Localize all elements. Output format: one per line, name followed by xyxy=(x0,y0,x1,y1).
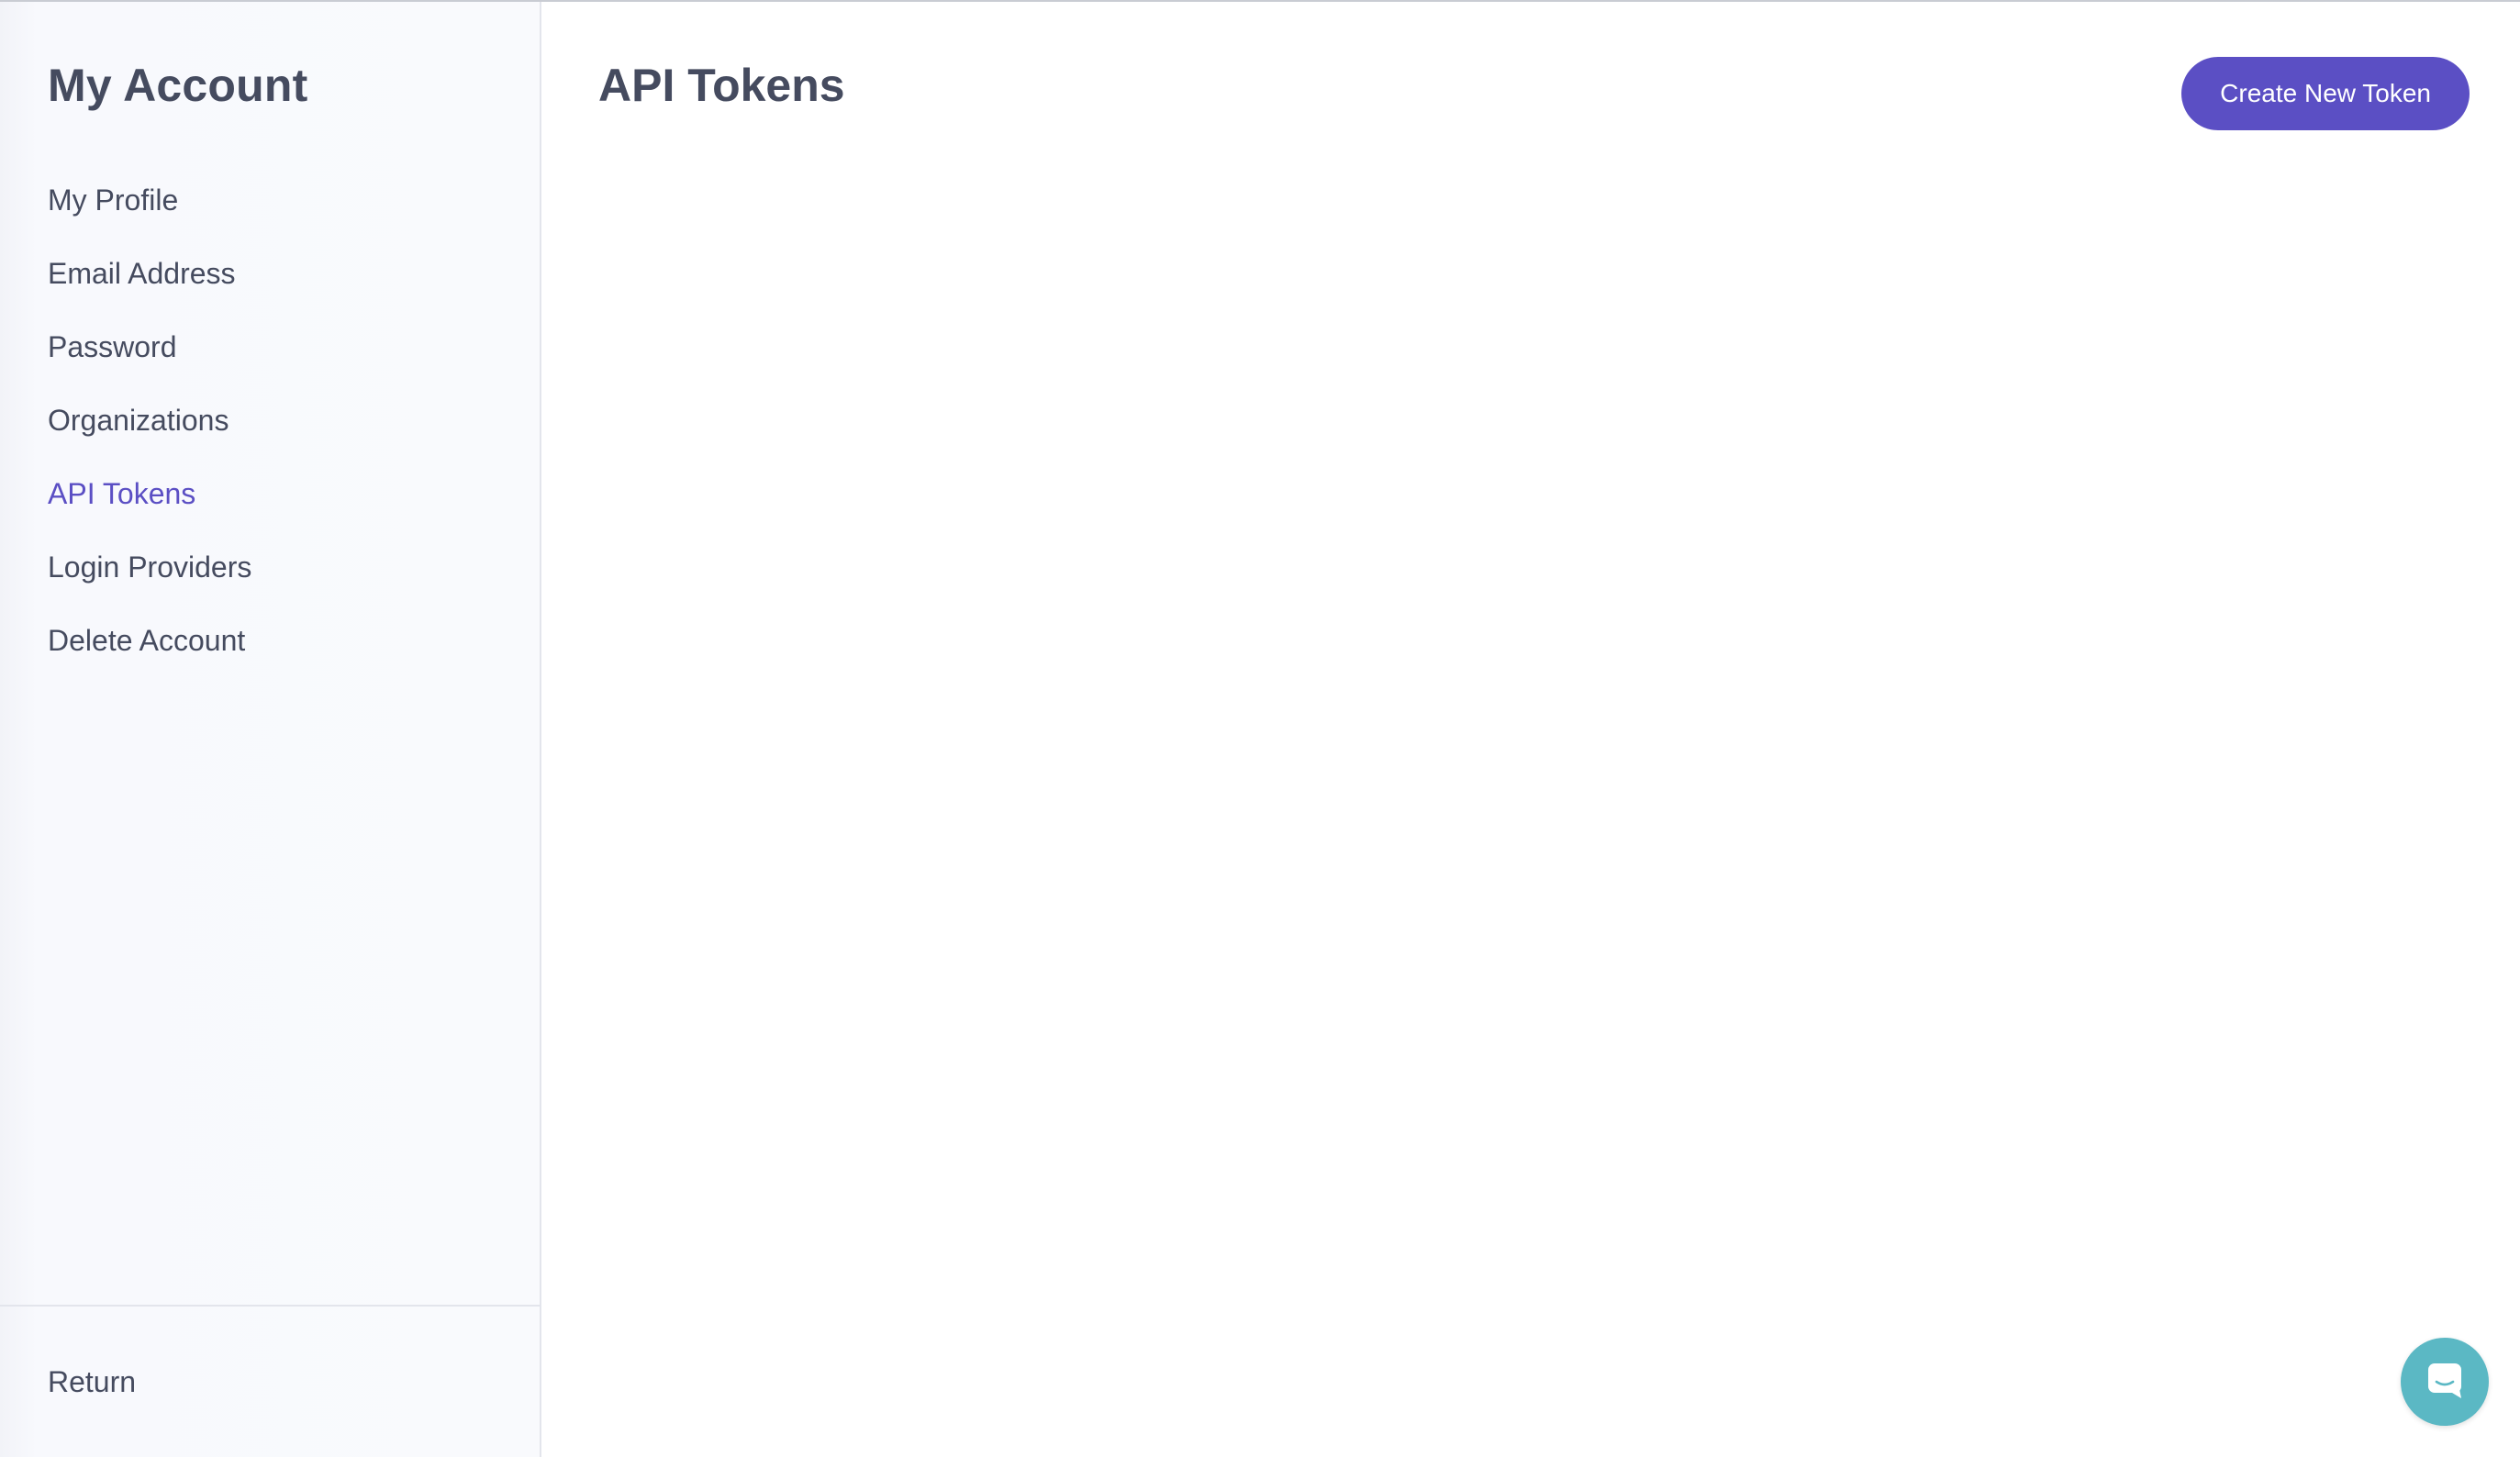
sidebar-item-password[interactable]: Password xyxy=(48,321,251,395)
sidebar-item-my-profile[interactable]: My Profile xyxy=(48,174,251,248)
main-content: API Tokens Create New Token xyxy=(541,2,2520,1457)
sidebar: My Account My Profile Email Address Pass… xyxy=(0,2,541,1457)
page-title: API Tokens xyxy=(598,60,845,111)
account-settings-app: My Account My Profile Email Address Pass… xyxy=(0,0,2520,1457)
create-new-token-button[interactable]: Create New Token xyxy=(2181,57,2470,130)
sidebar-item-api-tokens[interactable]: API Tokens xyxy=(48,468,251,541)
sidebar-item-delete-account[interactable]: Delete Account xyxy=(48,615,251,688)
sidebar-item-login-providers[interactable]: Login Providers xyxy=(48,541,251,615)
return-link[interactable]: Return xyxy=(48,1365,136,1399)
sidebar-footer: Return xyxy=(0,1305,540,1457)
sidebar-item-email-address[interactable]: Email Address xyxy=(48,248,251,321)
chat-bubble-icon xyxy=(2425,1360,2465,1405)
sidebar-title: My Account xyxy=(48,60,308,111)
sidebar-nav: My Profile Email Address Password Organi… xyxy=(48,174,251,688)
sidebar-item-organizations[interactable]: Organizations xyxy=(48,395,251,468)
chat-launcher-button[interactable] xyxy=(2401,1338,2489,1426)
